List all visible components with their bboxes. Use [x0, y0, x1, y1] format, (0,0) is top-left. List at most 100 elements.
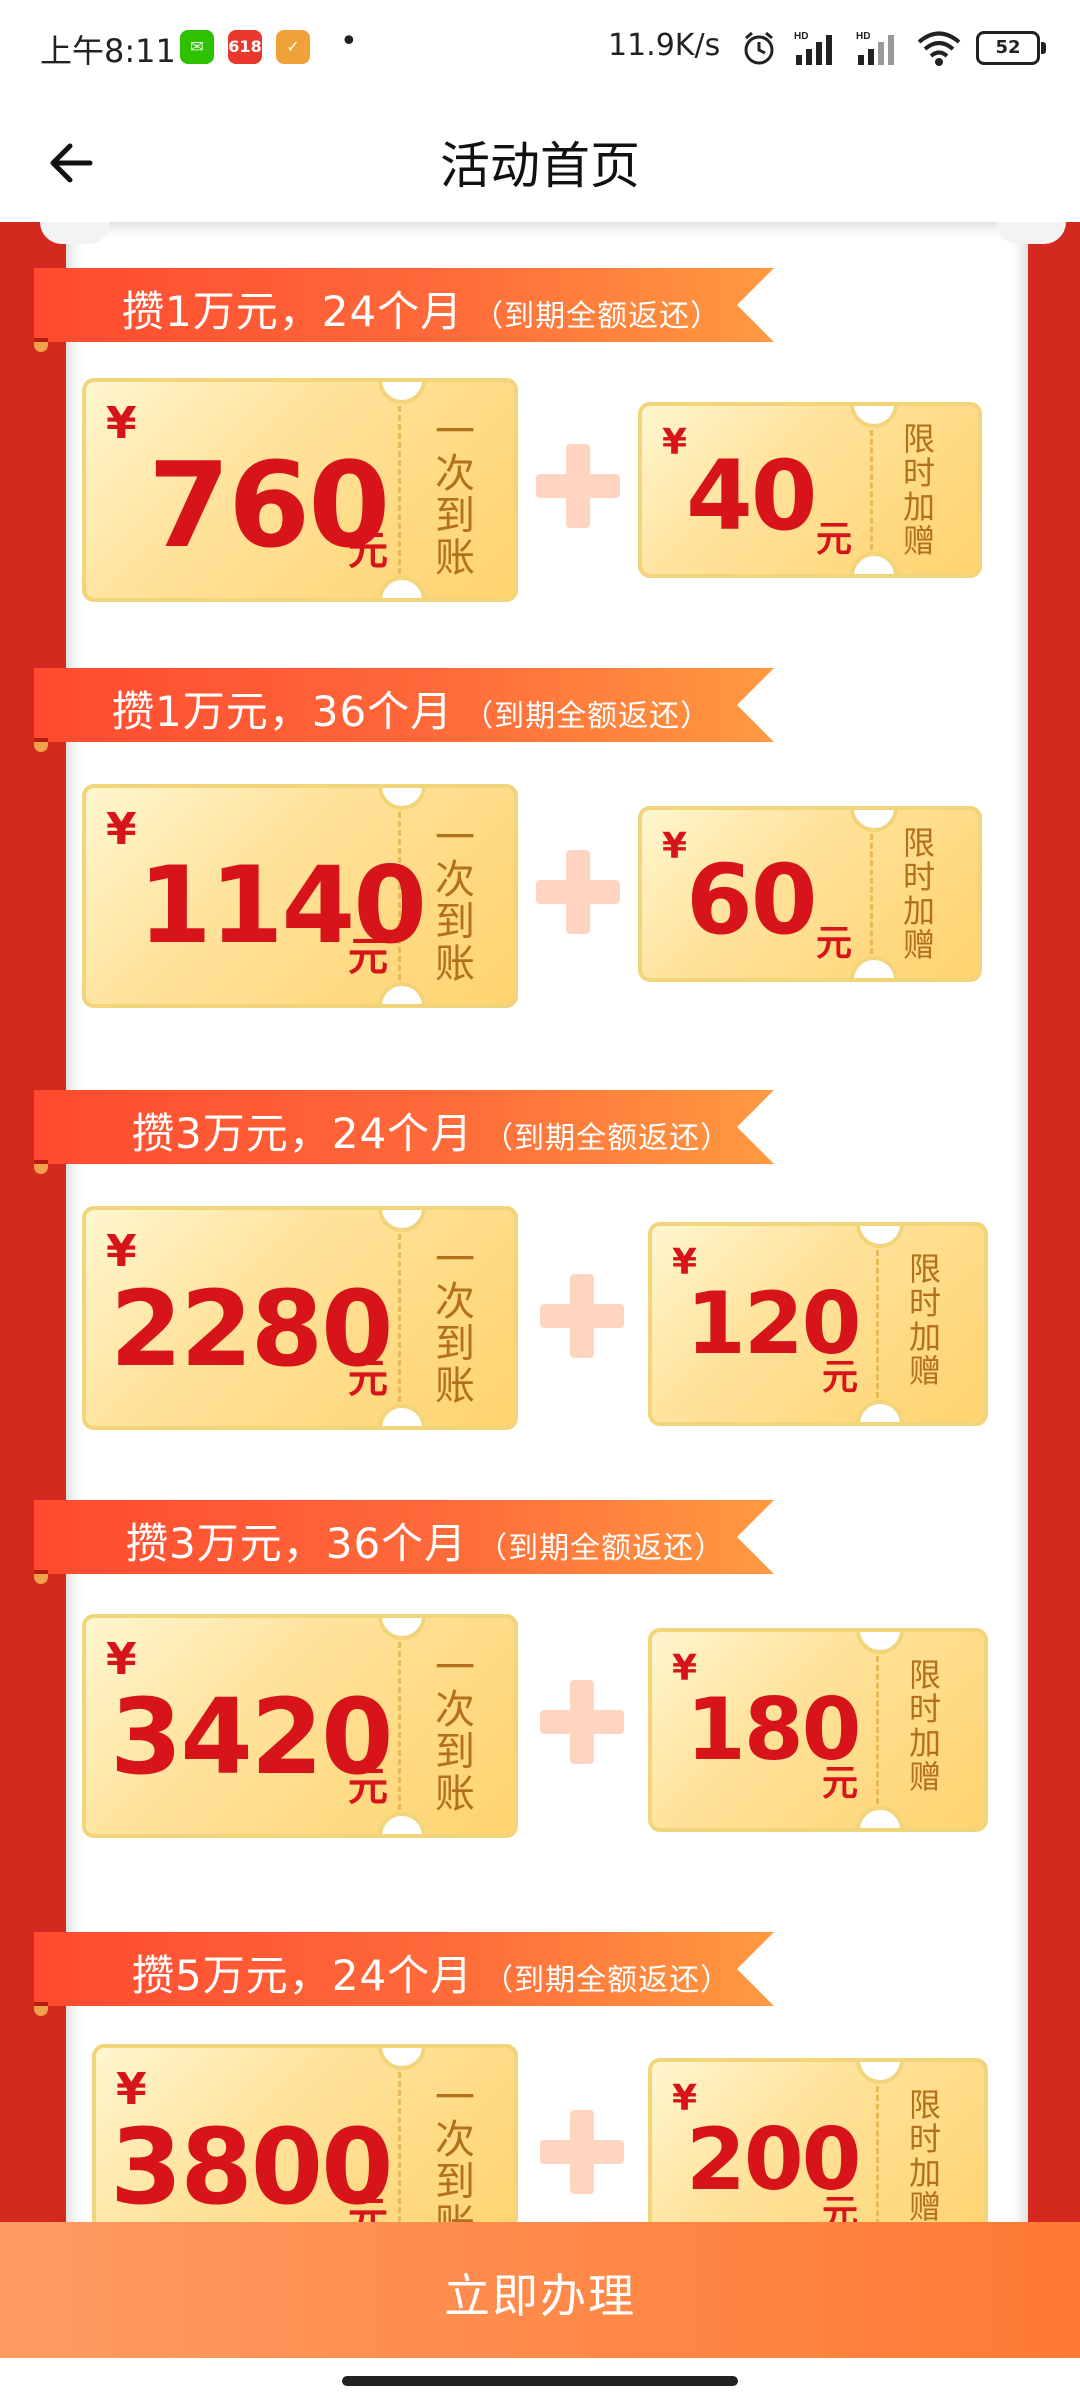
offer-title: 攒3万元，24个月	[132, 1109, 474, 1158]
plus-icon	[536, 850, 620, 934]
main-reward-note: 一次到账	[428, 410, 474, 578]
plus-icon	[540, 1680, 624, 1764]
offer-subtitle: （到期全额返还）	[483, 1121, 732, 1156]
ticket-notch	[856, 1226, 904, 1248]
signal-1-icon: HD	[794, 31, 832, 65]
ticket-notch	[378, 1618, 426, 1640]
ticket-notch	[378, 1812, 426, 1834]
ticket-divider	[876, 1656, 879, 1804]
signal-2-icon: HD	[856, 31, 894, 65]
ticket-notch	[856, 1806, 904, 1828]
bonus-reward-ticket: ¥ 120 元 限时加赠	[648, 1222, 988, 1426]
bonus-reward-unit: 元	[816, 519, 853, 560]
ticket-notch	[378, 2048, 426, 2070]
bonus-reward-unit: 元	[822, 2193, 859, 2222]
plus-icon	[540, 1274, 624, 1358]
ticket-divider	[398, 1642, 401, 1810]
gesture-bar	[0, 2358, 1080, 2400]
offer-subtitle: （到期全额返还）	[463, 699, 712, 734]
currency-symbol: ¥	[662, 422, 688, 463]
battery-indicator: 52	[976, 31, 1046, 65]
ticket-notch	[378, 1210, 426, 1232]
currency-symbol: ¥	[106, 804, 137, 855]
main-reward-unit: 元	[348, 1356, 388, 1402]
offer-subtitle: （到期全额返还）	[477, 1531, 726, 1566]
banner-fold	[34, 2006, 48, 2016]
bonus-reward-ticket: ¥ 200 元 限时加赠	[648, 2058, 988, 2222]
ticket-notch	[850, 810, 898, 832]
apply-now-label: 立即办理	[444, 2269, 636, 2323]
offer-banner: 攒5万元，24个月 （到期全额返还）	[34, 1932, 774, 2006]
status-time: 上午8:11	[40, 32, 176, 70]
notification-dot: •	[340, 24, 358, 59]
main-reward-ticket: ¥ 3420 元 一次到账	[82, 1614, 518, 1838]
main-reward-unit: 元	[348, 934, 388, 980]
bonus-reward-unit: 元	[822, 1763, 859, 1804]
offer-banner: 攒1万元，24个月 （到期全额返还）	[34, 268, 774, 342]
banner-fold	[34, 742, 48, 752]
wechat-icon: ✉	[180, 30, 214, 64]
bonus-reward-note: 限时加赠	[898, 826, 936, 962]
ticket-notch	[856, 1632, 904, 1654]
home-indicator[interactable]	[342, 2376, 738, 2386]
main-reward-unit: 元	[348, 2194, 388, 2222]
ticket-divider	[870, 430, 873, 550]
bonus-reward-unit: 元	[816, 923, 853, 964]
banner-fold	[34, 1164, 48, 1174]
main-reward-note: 一次到账	[428, 1646, 474, 1814]
plus-icon	[536, 444, 620, 528]
main-reward-note: 一次到账	[428, 2076, 474, 2222]
alarm-icon	[744, 31, 774, 65]
plus-icon	[540, 2110, 624, 2194]
nav-bar: 活动首页	[0, 96, 1080, 224]
ticket-notch	[378, 1404, 426, 1426]
currency-symbol: ¥	[106, 398, 137, 449]
offer-title: 攒5万元，24个月	[132, 1951, 474, 2000]
ticket-notch	[850, 406, 898, 428]
bonus-reward-ticket: ¥ 180 元 限时加赠	[648, 1628, 988, 1832]
main-reward-ticket: ¥ 760 元 一次到账	[82, 378, 518, 602]
taobao-618-icon: 618	[228, 30, 262, 64]
offer-title: 攒1万元，24个月	[122, 287, 464, 336]
main-reward-unit: 元	[348, 528, 388, 574]
currency-symbol: ¥	[662, 826, 688, 867]
ticket-notch	[856, 1400, 904, 1422]
ticket-notch	[378, 982, 426, 1004]
main-reward-note: 一次到账	[428, 816, 474, 984]
panel-decoration	[996, 222, 1066, 244]
ticket-divider	[398, 1234, 401, 1402]
ticket-notch	[378, 576, 426, 598]
wifi-icon	[917, 31, 961, 66]
bonus-reward-note: 限时加赠	[904, 1252, 942, 1388]
ticket-notch	[856, 2062, 904, 2084]
svg-text:HD: HD	[856, 31, 870, 42]
offer-title: 攒1万元，36个月	[112, 687, 454, 736]
ticket-divider	[398, 2072, 401, 2222]
bonus-reward-note: 限时加赠	[898, 422, 936, 558]
page-title: 活动首页	[440, 137, 640, 195]
banner-fold	[34, 1574, 48, 1584]
status-bar: 上午8:11 ✉ 618 ✓ • 11.9K/s HD HD 52	[0, 0, 1080, 96]
main-reward-unit: 元	[348, 1764, 388, 1810]
bonus-reward-amount: 40	[686, 440, 818, 552]
offer-banner: 攒3万元，24个月 （到期全额返还）	[34, 1090, 774, 1164]
bonus-reward-note: 限时加赠	[904, 1658, 942, 1794]
offer-subtitle: （到期全额返还）	[473, 299, 722, 334]
offer-banner: 攒1万元，36个月 （到期全额返还）	[34, 668, 774, 742]
network-speed: 11.9K/s	[608, 28, 721, 63]
bonus-reward-ticket: ¥ 60 元 限时加赠	[638, 806, 982, 982]
ticket-notch	[850, 956, 898, 978]
ticket-divider	[876, 1250, 879, 1398]
bonus-reward-unit: 元	[822, 1357, 859, 1398]
offer-subtitle: （到期全额返还）	[483, 1963, 732, 1998]
ticket-notch	[378, 788, 426, 810]
offer-list[interactable]: 攒1万元，24个月 （到期全额返还） ¥ 760 元 一次到账 ¥ 40 元 限时…	[0, 222, 1080, 2222]
bonus-reward-ticket: ¥ 40 元 限时加赠	[638, 402, 982, 578]
panel-decoration	[40, 222, 110, 244]
main-reward-note: 一次到账	[428, 1238, 474, 1406]
apply-now-button[interactable]: 立即办理	[0, 2222, 1080, 2358]
orange-app-icon: ✓	[276, 30, 310, 64]
bonus-reward-amount: 60	[686, 844, 818, 956]
ticket-divider	[870, 834, 873, 954]
ticket-divider	[876, 2086, 879, 2222]
